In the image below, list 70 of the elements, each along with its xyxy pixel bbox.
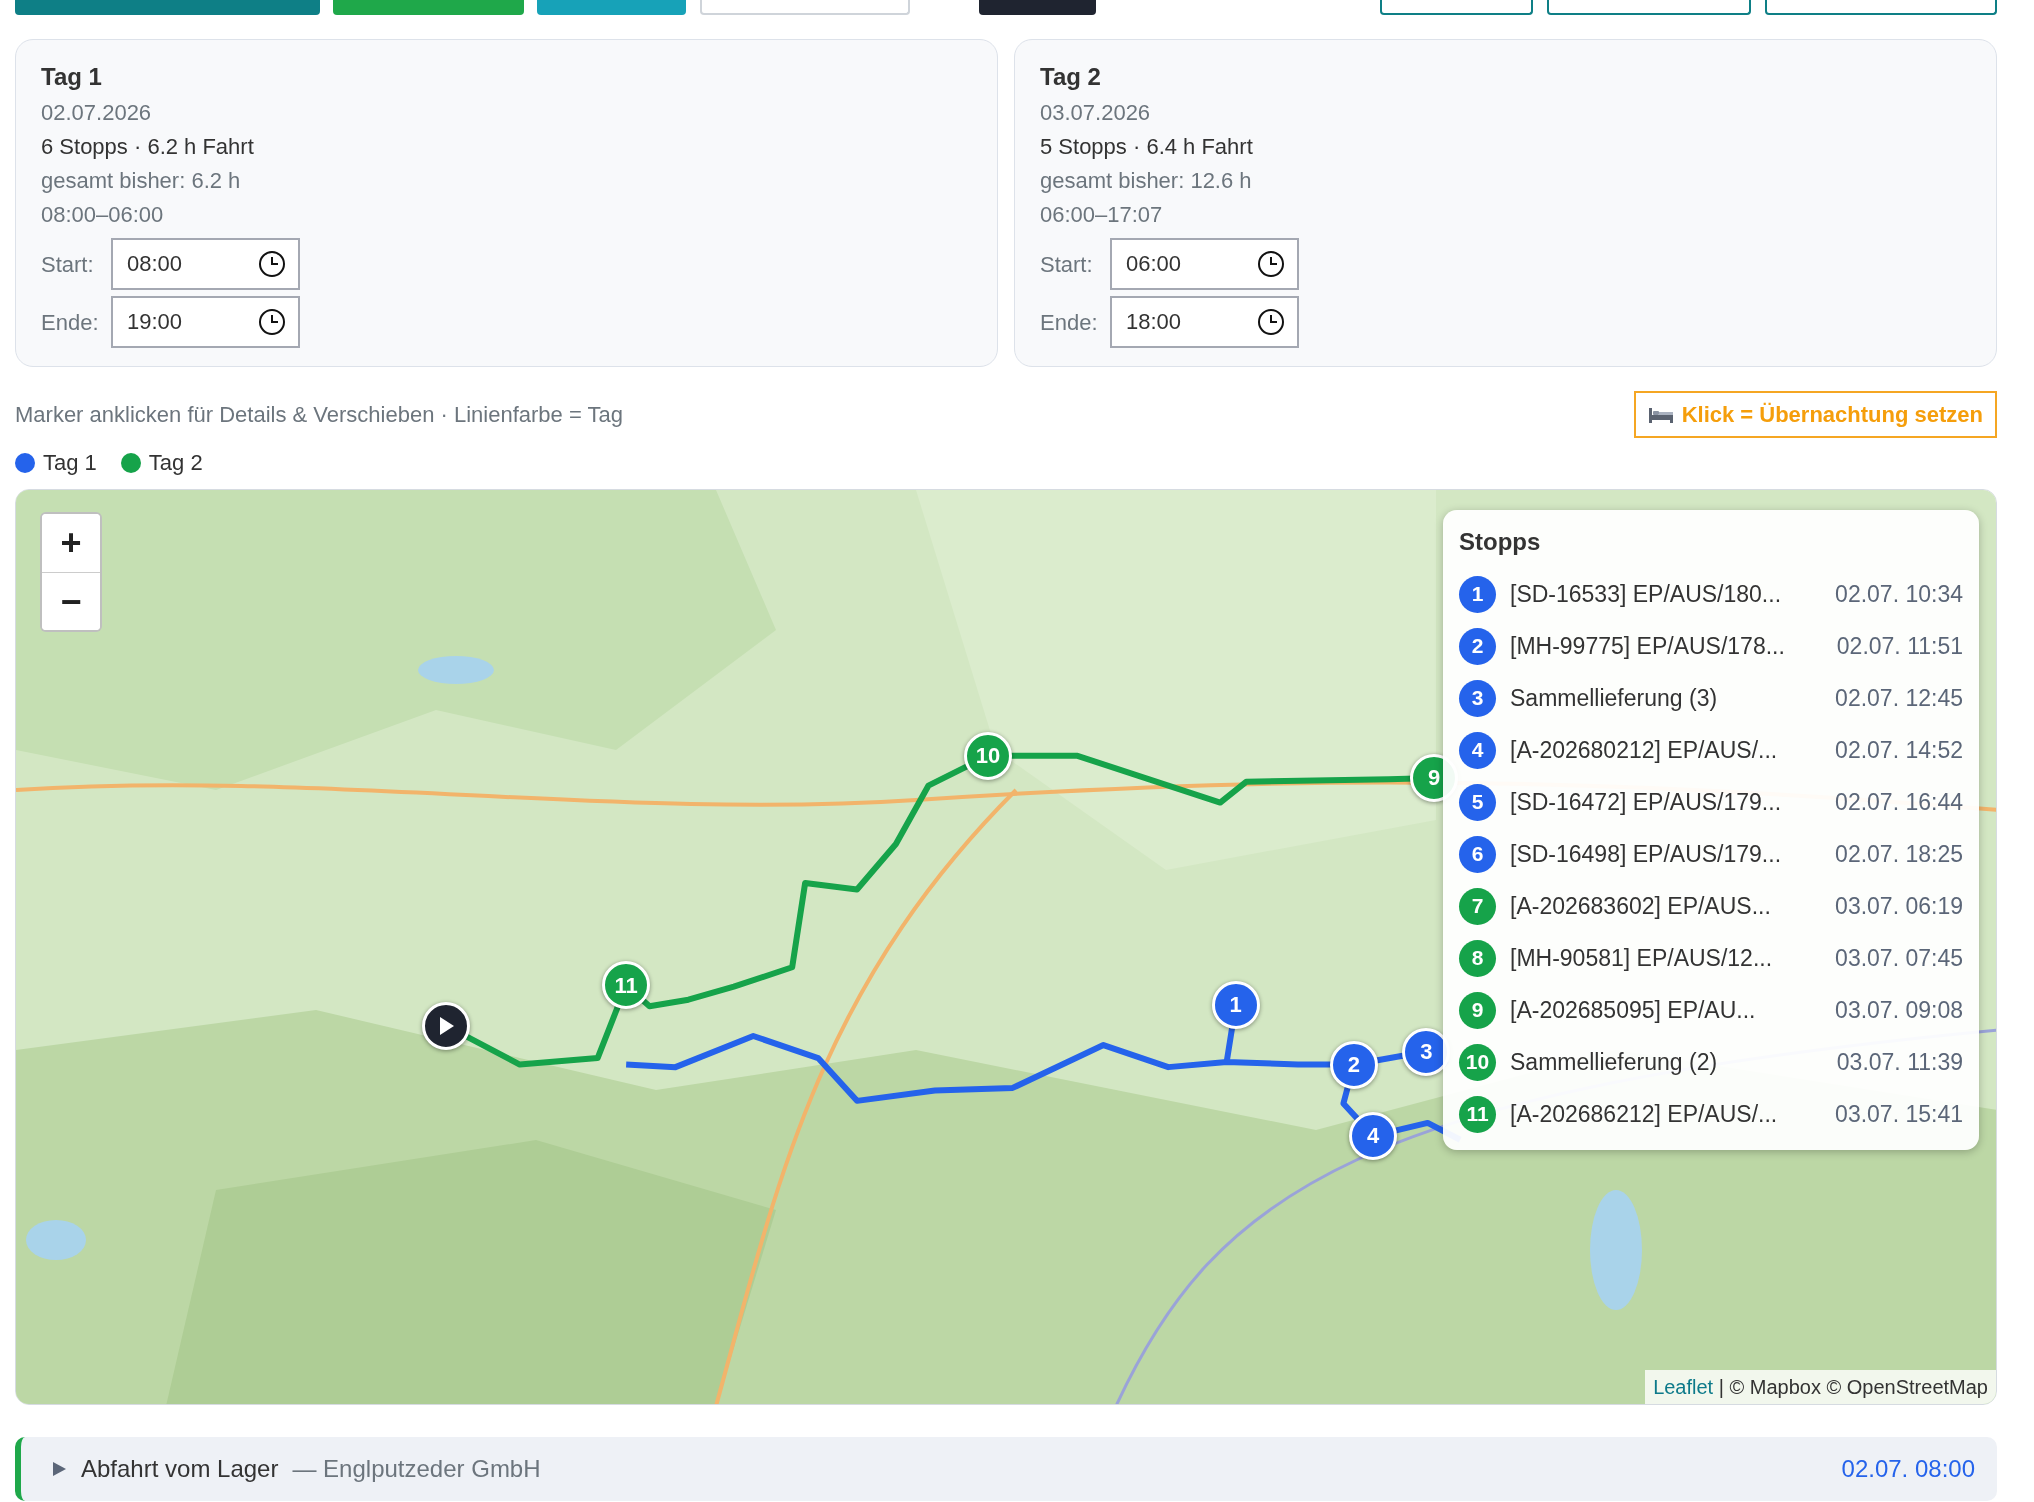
stop-number: 5 [1459, 783, 1496, 821]
day-title: Tag 2 [1040, 62, 1102, 92]
stop-number: 4 [1459, 731, 1496, 769]
stop-name[interactable]: [SD-16533] EP/AUS/180... [1510, 576, 1822, 612]
stop-time: 03.07. 09:08 [1835, 995, 1963, 1025]
day-summary: 6 Stopps · 6.2 h Fahrt [41, 133, 255, 161]
attribution-text: | © Mapbox © OpenStreetMap [1718, 1376, 1988, 1398]
clock-icon[interactable] [258, 250, 286, 278]
day-time-range: 08:00–06:00 [41, 201, 165, 229]
toolbar-button[interactable] [1380, 0, 1533, 15]
day-date: 02.07.2026 [41, 99, 153, 127]
clock-icon[interactable] [1257, 250, 1285, 278]
start-time-field[interactable]: 06:00 [1110, 238, 1299, 290]
stop-time: 02.07. 14:52 [1835, 735, 1963, 765]
stop-time: 03.07. 11:39 [1836, 1047, 1963, 1077]
start-label: Start: [1040, 250, 1094, 279]
stop-name[interactable]: [A-202686212] EP/AUS/... [1510, 1096, 1822, 1132]
toolbar-button[interactable] [1765, 0, 1997, 15]
clock-icon[interactable] [258, 308, 286, 336]
stops-title: Stopps [1459, 527, 1542, 557]
bed-icon [1647, 405, 1674, 424]
stop-number: 11 [1459, 1095, 1496, 1133]
stop-name[interactable]: [A-202683602] EP/AUS... [1510, 888, 1822, 924]
stop-name[interactable]: [A-202685095] EP/AU... [1510, 992, 1822, 1028]
toolbar-button[interactable] [1547, 0, 1751, 15]
stop-time: 03.07. 15:41 [1835, 1099, 1963, 1129]
day-date: 03.07.2026 [1040, 99, 1152, 127]
stop-time: 02.07. 18:25 [1835, 839, 1963, 869]
hint-text: Marker anklicken für Details & Verschieben · Linienfarbe = Tag [15, 401, 623, 429]
stop-time: 02.07. 16:44 [1835, 787, 1963, 817]
stop-time: 02.07. 11:51 [1836, 631, 1963, 661]
stop-time: 03.07. 07:45 [1835, 943, 1963, 973]
stop-name[interactable]: [A-202680212] EP/AUS/... [1510, 732, 1822, 768]
end-label: Ende: [1040, 308, 1099, 337]
stop-name[interactable]: Sammellieferung (3) [1510, 680, 1822, 716]
day-total: gesamt bisher: 12.6 h [1040, 167, 1253, 195]
zoom-out-button[interactable]: − [42, 572, 100, 630]
stop-number: 2 [1459, 627, 1496, 665]
stop-name[interactable]: Sammellieferung (2) [1510, 1044, 1823, 1080]
day-title: Tag 1 [41, 62, 103, 92]
stop-time: 03.07. 06:19 [1835, 891, 1963, 921]
day-total: gesamt bisher: 6.2 h [41, 167, 242, 195]
stop-name[interactable]: [SD-16472] EP/AUS/179... [1510, 784, 1822, 820]
day-summary: 5 Stopps · 6.4 h Fahrt [1040, 133, 1254, 161]
stop-name[interactable]: [SD-16498] EP/AUS/179... [1510, 836, 1822, 872]
departure-time: 02.07. 08:00 [1841, 1454, 1975, 1484]
start-label: Start: [41, 250, 95, 279]
stop-number: 1 [1459, 575, 1496, 613]
end-time-field[interactable]: 18:00 [1110, 296, 1299, 348]
departure-title: Abfahrt vom Lager [81, 1454, 279, 1484]
stop-number: 3 [1459, 679, 1496, 717]
departure-row[interactable]: Abfahrt vom Lager — Englputzeder GmbH 02.07. 08:00 [15, 1437, 1997, 1501]
stop-name[interactable]: [MH-99775] EP/AUS/178... [1510, 628, 1823, 664]
stop-number: 7 [1459, 887, 1496, 925]
stop-time: 02.07. 10:34 [1835, 579, 1963, 609]
stop-number: 10 [1459, 1043, 1496, 1081]
end-label: Ende: [41, 308, 100, 337]
stop-time: 02.07. 12:45 [1835, 683, 1963, 713]
legend-label: Tag 2 [148, 449, 203, 477]
company-name: — Englputzeder GmbH [292, 1454, 541, 1484]
stop-number: 8 [1459, 939, 1496, 977]
stop-number: 9 [1459, 991, 1496, 1029]
leaflet-link[interactable]: Leaflet [1653, 1376, 1714, 1398]
clock-icon[interactable] [1257, 308, 1285, 336]
day-time-range: 06:00–17:07 [1040, 201, 1164, 229]
start-time-field[interactable]: 08:00 [111, 238, 300, 290]
legend-label: Tag 1 [43, 449, 97, 477]
stop-name[interactable]: [MH-90581] EP/AUS/12... [1510, 940, 1822, 976]
stop-number: 6 [1459, 835, 1496, 873]
end-time-field[interactable]: 19:00 [111, 296, 300, 348]
